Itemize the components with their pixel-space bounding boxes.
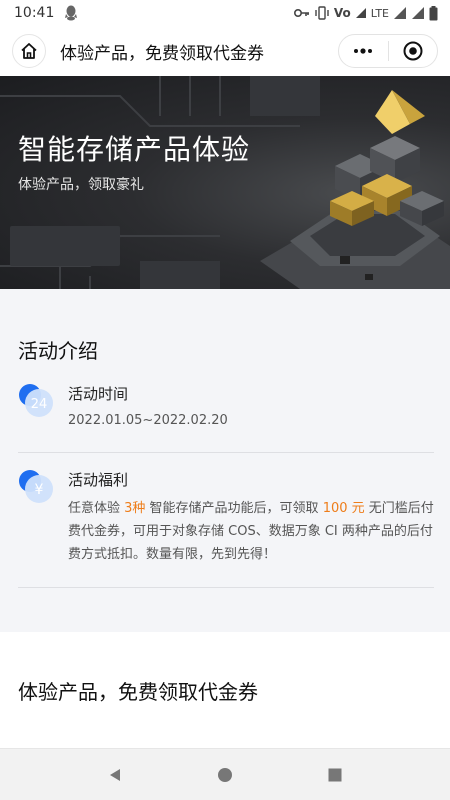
status-bar: 10:41 Vo LTE bbox=[0, 0, 450, 26]
capsule-menu bbox=[338, 34, 438, 68]
home-icon bbox=[21, 43, 37, 59]
close-target-icon bbox=[403, 41, 423, 61]
activity-time-heading: 活动时间 bbox=[68, 385, 129, 403]
section-title-intro: 活动介绍 bbox=[18, 339, 98, 363]
intro-divider-2 bbox=[18, 587, 434, 588]
activity-benefit-heading: 活动福利 bbox=[68, 471, 129, 489]
system-nav-bar bbox=[0, 748, 450, 800]
page-title: 体验产品，免费领取代金券 bbox=[60, 43, 264, 64]
section-title-experience: 体验产品，免费领取代金券 bbox=[18, 680, 258, 704]
status-time: 10:41 bbox=[14, 5, 55, 21]
signal-icon-2 bbox=[412, 7, 424, 19]
nav-recent-button[interactable] bbox=[315, 755, 355, 795]
nav-home-button[interactable] bbox=[205, 755, 245, 795]
qq-icon bbox=[65, 5, 78, 21]
battery-icon bbox=[429, 5, 438, 20]
activity-benefit-body: 任意体验 3种 智能存储产品功能后，可领取 100 元 无门槛后付费代金券，可用… bbox=[68, 497, 434, 566]
signal-icon bbox=[394, 7, 406, 19]
more-button[interactable] bbox=[339, 35, 388, 67]
benefit-highlight-count: 3种 bbox=[124, 501, 146, 516]
title-bar: 体验产品，免费领取代金券 bbox=[0, 26, 450, 76]
home-button[interactable] bbox=[12, 34, 46, 68]
wifi-call-icon bbox=[355, 8, 366, 18]
benefit-text-1: 任意体验 bbox=[68, 501, 125, 516]
nav-back-button[interactable] bbox=[95, 755, 135, 795]
vibrate-icon bbox=[315, 6, 329, 20]
yuan-icon-glyph: ¥ bbox=[35, 482, 44, 498]
hero-subtitle: 体验产品，领取豪礼 bbox=[18, 177, 144, 193]
calendar-icon-glyph: 24 bbox=[31, 397, 48, 412]
activity-benefit-item: ¥ 活动福利 任意体验 3种 智能存储产品功能后，可领取 100 元 无门槛后付… bbox=[18, 469, 434, 579]
more-icon bbox=[354, 48, 373, 54]
volte-icon: Vo bbox=[333, 6, 351, 20]
activity-intro-section: 活动介绍 24 活动时间 2022.01.05~2022.02.20 ¥ 活动福… bbox=[0, 289, 450, 632]
activity-time-value: 2022.01.05~2022.02.20 bbox=[68, 413, 228, 428]
intro-divider bbox=[18, 452, 434, 453]
activity-time-item: 24 活动时间 2022.01.05~2022.02.20 bbox=[18, 383, 434, 443]
calendar-24-icon: 24 bbox=[19, 384, 53, 417]
status-icons: Vo LTE bbox=[293, 5, 438, 21]
experience-section: 体验产品，免费领取代金券 bbox=[0, 632, 450, 748]
benefit-highlight-amount: 100 元 bbox=[322, 501, 365, 516]
hero-banner: 智能存储产品体验 体验产品，领取豪礼 bbox=[0, 76, 450, 289]
network-type: LTE bbox=[370, 6, 389, 20]
back-triangle-icon bbox=[110, 768, 120, 781]
close-button[interactable] bbox=[388, 35, 437, 67]
yuan-icon: ¥ bbox=[19, 470, 53, 503]
home-circle-icon bbox=[218, 767, 232, 782]
recent-square-icon bbox=[328, 768, 342, 781]
hero-title: 智能存储产品体验 bbox=[18, 133, 251, 166]
benefit-text-2: 智能存储产品功能后，可领取 bbox=[145, 501, 323, 516]
key-icon bbox=[293, 9, 309, 17]
